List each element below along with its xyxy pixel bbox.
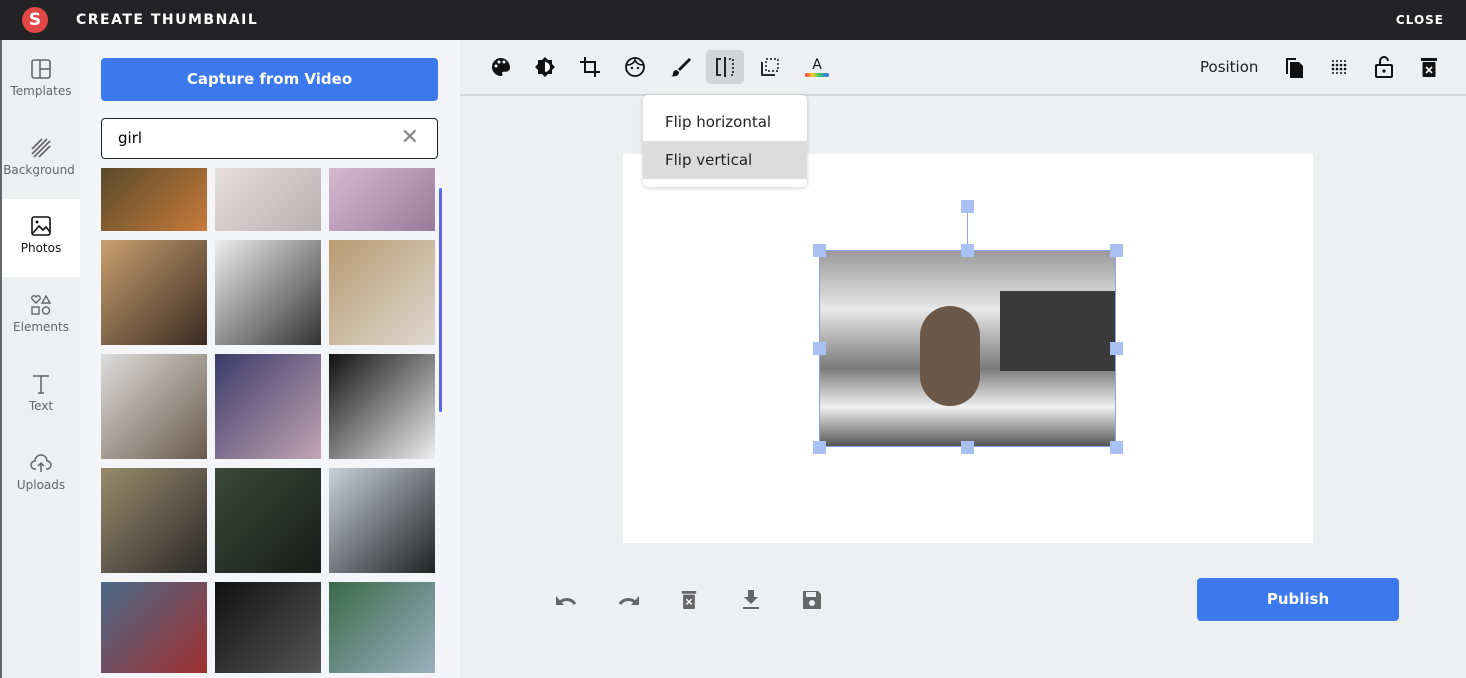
sidebar-item-label: Templates (10, 84, 72, 98)
background-icon (31, 138, 51, 158)
brightness-icon[interactable] (526, 50, 564, 84)
palette-icon[interactable] (482, 50, 520, 84)
photos-icon (31, 216, 51, 236)
resize-handle[interactable] (961, 244, 974, 257)
text-icon (33, 375, 49, 394)
transparency-icon[interactable] (751, 50, 789, 84)
photo-thumbnail[interactable] (329, 240, 435, 345)
sidebar-item-text[interactable]: Text (2, 357, 80, 435)
photo-thumbnail[interactable] (329, 354, 435, 459)
sidebar-item-photos[interactable]: Photos (2, 199, 80, 277)
text-color-icon[interactable]: A (798, 50, 836, 84)
editor-toolbar: A Position (460, 40, 1466, 96)
elements-icon (31, 294, 52, 315)
rotate-handle[interactable] (961, 200, 974, 213)
sidebar-item-templates[interactable]: Templates (2, 42, 80, 120)
sidebar-item-label: Photos (20, 241, 62, 255)
photo-thumbnail[interactable] (101, 468, 207, 573)
photo-thumbnail[interactable] (215, 354, 321, 459)
sidebar-item-label: Uploads (16, 478, 66, 492)
photo-thumbnail[interactable] (329, 168, 435, 231)
resize-handle[interactable] (1110, 342, 1123, 355)
redo-icon[interactable] (616, 588, 640, 612)
resize-handle[interactable] (961, 441, 974, 454)
templates-icon (31, 59, 51, 79)
capture-from-video-button[interactable]: Capture from Video (101, 58, 438, 101)
delete-icon[interactable] (677, 588, 701, 612)
undo-icon[interactable] (555, 588, 579, 612)
photo-background (1000, 291, 1115, 371)
scrollbar[interactable] (439, 188, 442, 412)
page-title: CREATE THUMBNAIL (76, 12, 259, 28)
photo-thumbnail[interactable] (329, 468, 435, 573)
resize-handle[interactable] (813, 441, 826, 454)
delete-icon[interactable] (1410, 50, 1448, 84)
photo-thumbnail[interactable] (329, 582, 435, 673)
opacity-icon[interactable] (1320, 50, 1358, 84)
duplicate-icon[interactable] (1275, 50, 1313, 84)
menu-item-flip-vertical[interactable]: Flip vertical (643, 141, 807, 179)
photo-thumbnail[interactable] (101, 240, 207, 345)
close-icon[interactable]: ✕ (401, 125, 419, 150)
svg-text:A: A (812, 57, 822, 73)
sidebar-item-background[interactable]: Background (2, 121, 80, 199)
photo-thumbnail[interactable] (215, 168, 321, 231)
save-icon[interactable] (800, 588, 824, 612)
search-box: ✕ (101, 118, 438, 159)
unlock-icon[interactable] (1365, 50, 1403, 84)
photo-thumbnail[interactable] (215, 240, 321, 345)
sidebar-item-label: Background (3, 163, 75, 177)
flip-icon[interactable] (706, 50, 744, 84)
publish-button[interactable]: Publish (1197, 578, 1399, 621)
crop-icon[interactable] (571, 50, 609, 84)
photo-thumbnail[interactable] (101, 354, 207, 459)
top-bar: S CREATE THUMBNAIL CLOSE (0, 0, 1466, 40)
selected-photo[interactable] (819, 250, 1116, 447)
menu-item-flip-horizontal[interactable]: Flip horizontal (643, 103, 807, 141)
logo: S (22, 7, 48, 33)
position-button[interactable]: Position (1200, 58, 1258, 76)
search-input[interactable] (118, 129, 378, 147)
brush-icon[interactable] (661, 50, 699, 84)
sidebar-item-uploads[interactable]: Uploads (2, 436, 80, 514)
photo-thumbnail[interactable] (215, 582, 321, 673)
photo-subject (920, 306, 980, 406)
face-icon[interactable] (616, 50, 654, 84)
sidebar-item-elements[interactable]: Elements (2, 278, 80, 356)
uploads-icon (30, 454, 52, 472)
flip-menu: Flip horizontal Flip vertical (643, 95, 807, 187)
close-button[interactable]: CLOSE (1396, 13, 1444, 27)
photo-thumbnail[interactable] (101, 168, 207, 231)
sidebar-item-label: Text (28, 399, 54, 413)
download-icon[interactable] (739, 588, 763, 612)
resize-handle[interactable] (813, 342, 826, 355)
photo-thumbnail[interactable] (101, 582, 207, 673)
resize-handle[interactable] (813, 244, 826, 257)
sidebar-rail: Templates Background Photos Elements Tex… (0, 40, 80, 678)
sidebar-item-label: Elements (13, 320, 69, 334)
resize-handle[interactable] (1110, 441, 1123, 454)
photo-thumbnail[interactable] (215, 468, 321, 573)
resize-handle[interactable] (1110, 244, 1123, 257)
